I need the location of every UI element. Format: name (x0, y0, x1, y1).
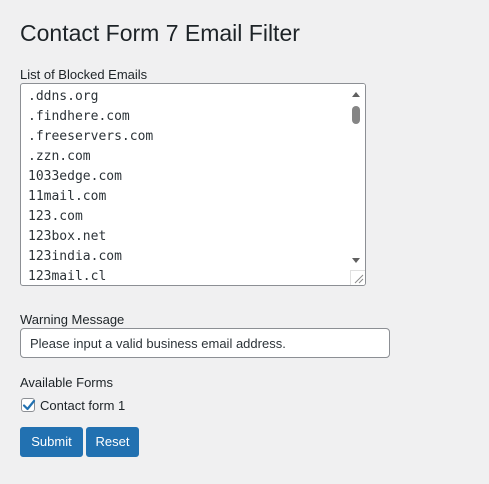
blocked-email-line: 123mail.cl (28, 269, 107, 284)
blocked-email-line: .findhere.com (28, 109, 130, 124)
scroll-thumb[interactable] (352, 106, 360, 124)
blocked-email-line: .zzn.com (28, 149, 91, 164)
scroll-up-arrow-icon[interactable] (352, 92, 360, 97)
page-title: Contact Form 7 Email Filter (20, 20, 300, 46)
form-checkbox-label: Contact form 1 (40, 397, 126, 413)
available-forms-label: Available Forms (20, 375, 113, 390)
resize-handle-icon[interactable] (350, 270, 365, 285)
blocked-emails-textarea[interactable]: .ddns.org .findhere.com .freeservers.com… (20, 83, 366, 286)
form-checkbox[interactable] (21, 398, 36, 412)
warning-message-label: Warning Message (20, 312, 125, 327)
blocked-email-line: 11mail.com (28, 189, 107, 204)
blocked-email-line: 1033edge.com (28, 169, 122, 184)
form-option-contact-form-1[interactable]: Contact form 1 (21, 397, 125, 413)
blocked-email-line: .freeservers.com (28, 129, 154, 144)
scroll-down-arrow-icon[interactable] (352, 258, 360, 263)
blocked-email-line: 123.com (28, 209, 83, 224)
blocked-email-line: 123box.net (28, 229, 107, 244)
reset-button[interactable]: Reset (86, 427, 139, 457)
blocked-emails-list: .ddns.org .findhere.com .freeservers.com… (28, 87, 154, 285)
checkmark-icon (22, 399, 36, 411)
blocked-emails-label: List of Blocked Emails (20, 67, 148, 82)
textarea-scrollbar[interactable] (348, 84, 365, 271)
warning-message-input[interactable] (20, 328, 390, 358)
blocked-email-line: 123india.com (28, 249, 122, 264)
blocked-email-line: .ddns.org (28, 89, 99, 104)
submit-button[interactable]: Submit (20, 427, 83, 457)
